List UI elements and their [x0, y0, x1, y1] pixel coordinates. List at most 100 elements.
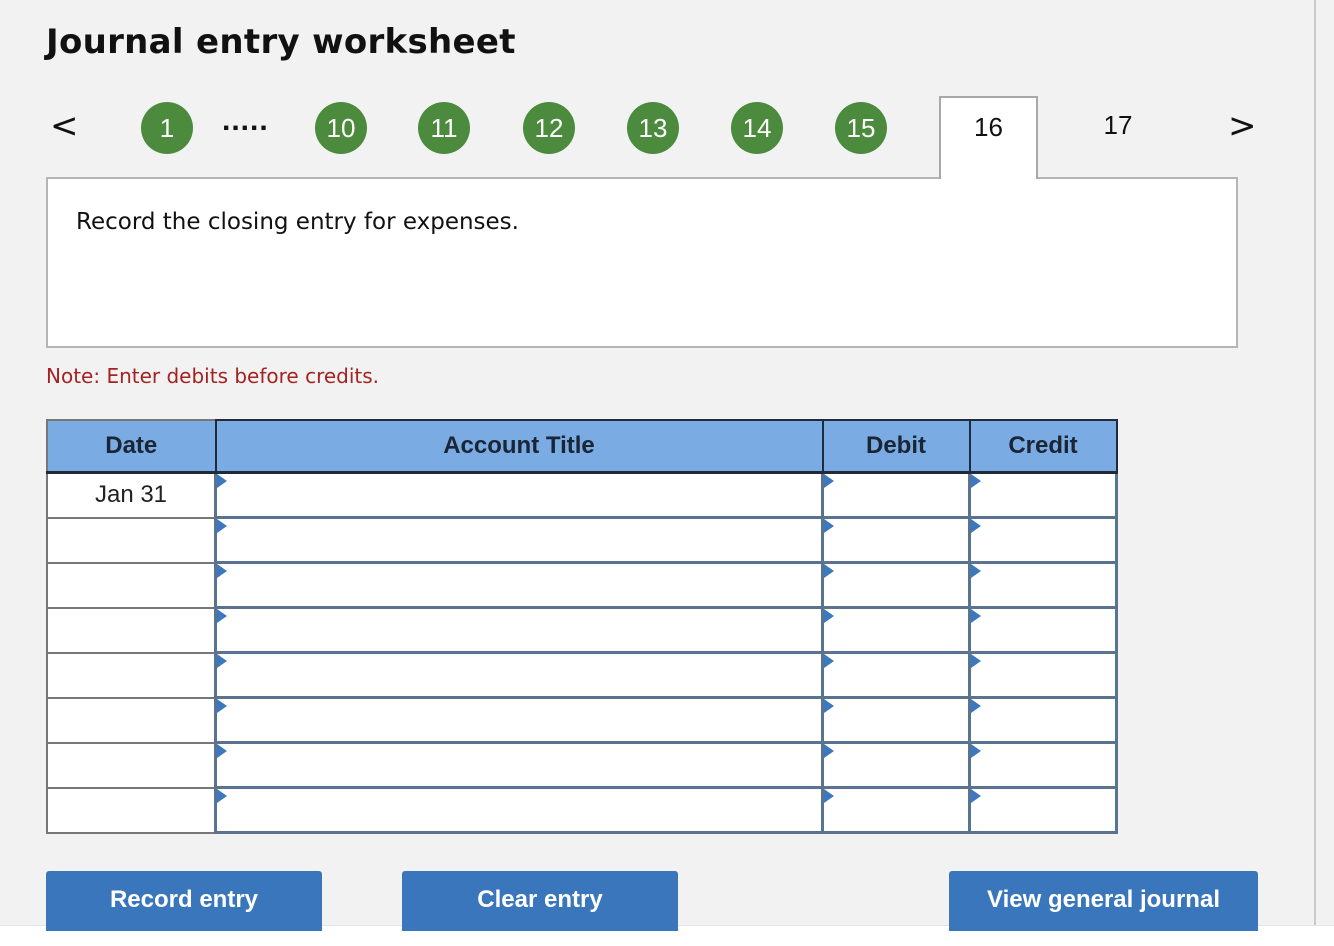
debit-input[interactable] [824, 564, 968, 606]
table-row [46, 561, 1118, 609]
credit-input[interactable] [971, 474, 1115, 516]
page-title: Journal entry worksheet [46, 22, 516, 62]
account-title-input[interactable] [217, 609, 821, 651]
step-15[interactable]: 15 [835, 102, 887, 154]
dropdown-indicator-icon [217, 699, 227, 713]
account-title-input[interactable] [217, 699, 821, 741]
dropdown-indicator-icon [971, 699, 981, 713]
dropdown-indicator-icon [824, 699, 834, 713]
table-row: Jan 31 [46, 471, 1118, 519]
debit-input[interactable] [824, 474, 968, 516]
account-title-input[interactable] [217, 789, 821, 831]
step-1[interactable]: 1 [141, 102, 193, 154]
credit-cell [968, 516, 1118, 564]
dropdown-indicator-icon [971, 519, 981, 533]
step-12[interactable]: 12 [523, 102, 575, 154]
dropdown-indicator-icon [217, 609, 227, 623]
account-title-input[interactable] [217, 474, 821, 516]
dropdown-indicator-icon [824, 519, 834, 533]
debit-input[interactable] [824, 699, 968, 741]
prompt-box: Record the closing entry for expenses. [46, 177, 1238, 348]
step-11[interactable]: 11 [418, 102, 470, 154]
step-10[interactable]: 10 [315, 102, 367, 154]
dropdown-indicator-icon [971, 654, 981, 668]
dropdown-indicator-icon [824, 564, 834, 578]
credit-input[interactable] [971, 699, 1115, 741]
credit-cell [968, 741, 1118, 789]
account-title-cell [214, 651, 824, 699]
step-13[interactable]: 13 [627, 102, 679, 154]
account-title-input[interactable] [217, 654, 821, 696]
header-account-title: Account Title [214, 419, 824, 474]
step-14[interactable]: 14 [731, 102, 783, 154]
table-header-row: Date Account Title Debit Credit [46, 419, 1118, 474]
debit-input[interactable] [824, 654, 968, 696]
record-entry-button[interactable]: Record entry [46, 871, 322, 931]
credit-input[interactable] [971, 654, 1115, 696]
dropdown-indicator-icon [824, 654, 834, 668]
dropdown-indicator-icon [824, 744, 834, 758]
debit-cell [821, 741, 971, 789]
prompt-text: Record the closing entry for expenses. [76, 209, 519, 235]
debit-input[interactable] [824, 744, 968, 786]
credit-cell [968, 561, 1118, 609]
date-cell [46, 516, 217, 564]
debit-cell [821, 516, 971, 564]
date-cell [46, 741, 217, 789]
debit-input[interactable] [824, 789, 968, 831]
step-16-label: 16 [974, 112, 1003, 142]
chevron-left-icon[interactable]: < [50, 104, 79, 148]
table-row [46, 516, 1118, 564]
account-title-cell [214, 471, 824, 519]
debit-input[interactable] [824, 519, 968, 561]
account-title-cell [214, 516, 824, 564]
account-title-cell [214, 786, 824, 834]
account-title-cell [214, 741, 824, 789]
account-title-cell [214, 696, 824, 744]
table-row [46, 696, 1118, 744]
credit-cell [968, 786, 1118, 834]
header-date: Date [46, 419, 217, 474]
date-cell [46, 561, 217, 609]
dropdown-indicator-icon [971, 609, 981, 623]
credit-input[interactable] [971, 564, 1115, 606]
debit-input[interactable] [824, 609, 968, 651]
account-title-input[interactable] [217, 744, 821, 786]
account-title-cell [214, 606, 824, 654]
credit-input[interactable] [971, 744, 1115, 786]
date-cell [46, 651, 217, 699]
dropdown-indicator-icon [824, 474, 834, 488]
table-row [46, 651, 1118, 699]
dropdown-indicator-icon [971, 789, 981, 803]
step-16-active-tab[interactable]: 16 [939, 96, 1038, 179]
dropdown-indicator-icon [971, 564, 981, 578]
credit-cell [968, 471, 1118, 519]
table-row [46, 786, 1118, 834]
steps-ellipsis: ..... [222, 104, 269, 137]
table-row [46, 741, 1118, 789]
date-cell [46, 696, 217, 744]
chevron-right-icon[interactable]: > [1228, 104, 1257, 148]
credit-input[interactable] [971, 519, 1115, 561]
header-debit: Debit [821, 419, 971, 474]
dropdown-indicator-icon [971, 474, 981, 488]
dropdown-indicator-icon [217, 564, 227, 578]
step-17[interactable]: 17 [1088, 110, 1148, 141]
dropdown-indicator-icon [217, 789, 227, 803]
dropdown-indicator-icon [217, 744, 227, 758]
dropdown-indicator-icon [824, 789, 834, 803]
date-cell [46, 606, 217, 654]
account-title-input[interactable] [217, 564, 821, 606]
credit-cell [968, 606, 1118, 654]
debit-cell [821, 696, 971, 744]
clear-entry-button[interactable]: Clear entry [402, 871, 678, 931]
account-title-input[interactable] [217, 519, 821, 561]
right-border [1314, 0, 1316, 925]
date-cell: Jan 31 [46, 471, 217, 519]
dropdown-indicator-icon [217, 519, 227, 533]
credit-input[interactable] [971, 789, 1115, 831]
credit-cell [968, 696, 1118, 744]
view-general-journal-button[interactable]: View general journal [949, 871, 1258, 931]
account-title-cell [214, 561, 824, 609]
credit-input[interactable] [971, 609, 1115, 651]
